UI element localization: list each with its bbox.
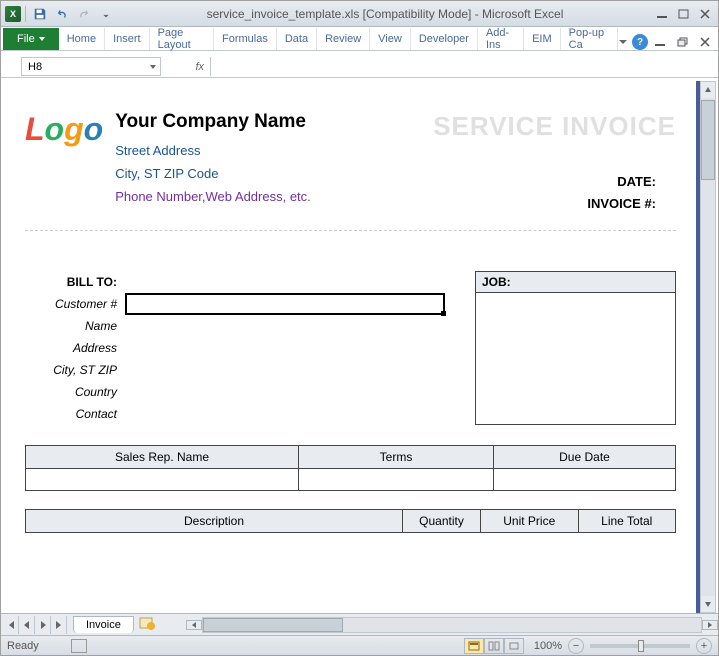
- redo-button[interactable]: [74, 4, 94, 24]
- cell[interactable]: [494, 469, 676, 491]
- invoice-number-label: INVOICE #:: [587, 193, 656, 215]
- sheet-nav-first-button[interactable]: [3, 616, 19, 634]
- worksheet-area[interactable]: Logo Your Company Name Street Address Ci…: [5, 81, 700, 613]
- unit-price-header: Unit Price: [481, 510, 579, 533]
- formula-input[interactable]: [211, 57, 718, 76]
- tab-popup-ca[interactable]: Pop-up Ca: [561, 28, 618, 50]
- sheet-nav-last-button[interactable]: [51, 616, 67, 634]
- maximize-button[interactable]: [675, 7, 693, 21]
- hscroll-left-button[interactable]: [186, 620, 202, 630]
- name-box[interactable]: H8: [21, 57, 161, 76]
- cell[interactable]: [125, 382, 445, 402]
- job-header: JOB:: [476, 272, 675, 293]
- tab-developer[interactable]: Developer: [411, 28, 478, 50]
- scroll-down-button[interactable]: [701, 596, 715, 612]
- window-title: service_invoice_template.xls [Compatibil…: [116, 7, 654, 21]
- excel-app-icon[interactable]: X: [5, 6, 21, 22]
- job-body-cell[interactable]: [476, 293, 675, 418]
- tab-eim[interactable]: EIM: [524, 28, 561, 50]
- undo-button[interactable]: [52, 4, 72, 24]
- contact-billto-label: Contact: [25, 407, 125, 421]
- description-header: Description: [26, 510, 403, 533]
- tab-formulas[interactable]: Formulas: [214, 28, 277, 50]
- view-normal-button[interactable]: [464, 638, 484, 654]
- divider: [25, 230, 676, 231]
- save-button[interactable]: [30, 4, 50, 24]
- qat-customize-button[interactable]: [96, 4, 116, 24]
- sales-rep-header: Sales Rep. Name: [26, 446, 299, 469]
- name-label: Name: [25, 319, 125, 333]
- cell[interactable]: [125, 404, 445, 424]
- zoom-slider[interactable]: [590, 644, 690, 648]
- address-label: Address: [25, 341, 125, 355]
- date-label: DATE:: [587, 171, 656, 193]
- sheet-tab-invoice[interactable]: Invoice: [73, 616, 134, 633]
- view-page-break-button[interactable]: [504, 638, 524, 654]
- company-logo: Logo: [25, 111, 103, 148]
- cell[interactable]: [125, 338, 445, 358]
- cell[interactable]: [125, 360, 445, 380]
- tab-insert[interactable]: Insert: [105, 28, 150, 50]
- workbook-close-button[interactable]: [696, 35, 714, 49]
- tab-home[interactable]: Home: [59, 28, 105, 50]
- tab-page-layout[interactable]: Page Layout: [150, 28, 214, 50]
- country-label: Country: [25, 385, 125, 399]
- tab-add-ins[interactable]: Add-Ins: [478, 28, 524, 50]
- sheet-nav-prev-button[interactable]: [19, 616, 35, 634]
- job-section: JOB:: [475, 271, 676, 425]
- vertical-scrollbar[interactable]: [700, 81, 716, 613]
- customer-no-label: Customer #: [25, 297, 125, 311]
- zoom-in-button[interactable]: +: [696, 638, 712, 654]
- sales-terms-table: Sales Rep. Name Terms Due Date: [25, 445, 676, 491]
- scroll-thumb[interactable]: [701, 100, 715, 180]
- invoice-meta-labels: DATE: INVOICE #:: [587, 171, 656, 215]
- tab-data[interactable]: Data: [277, 28, 317, 50]
- citystzip-billto-label: City, ST ZIP: [25, 363, 125, 377]
- ribbon-caret-icon[interactable]: [618, 37, 628, 47]
- zoom-out-button[interactable]: −: [568, 638, 584, 654]
- due-date-header: Due Date: [494, 446, 676, 469]
- bill-to-header: BILL TO:: [25, 275, 125, 289]
- scroll-up-button[interactable]: [701, 82, 715, 98]
- workbook-minimize-button[interactable]: [652, 35, 670, 49]
- cell[interactable]: [26, 469, 299, 491]
- horizontal-scrollbar[interactable]: [202, 617, 702, 633]
- bill-to-section: BILL TO: Customer # Name Address City, S…: [25, 271, 445, 425]
- line-items-table: Description Quantity Unit Price Line Tot…: [25, 509, 676, 533]
- formula-bar: H8 fx: [1, 56, 718, 78]
- tab-review[interactable]: Review: [317, 28, 370, 50]
- minimize-button[interactable]: [654, 7, 672, 21]
- macro-record-button[interactable]: [71, 639, 87, 653]
- quick-access-toolbar: X: [5, 4, 116, 24]
- help-icon[interactable]: ?: [632, 34, 648, 50]
- tab-view[interactable]: View: [370, 28, 411, 50]
- cell[interactable]: [125, 316, 445, 336]
- street-label: Street Address: [115, 143, 676, 158]
- status-ready-label: Ready: [7, 640, 67, 652]
- workbook-restore-button[interactable]: [674, 35, 692, 49]
- insert-function-button[interactable]: fx: [161, 57, 211, 76]
- close-button[interactable]: [696, 7, 714, 21]
- quantity-header: Quantity: [403, 510, 481, 533]
- new-sheet-button[interactable]: [138, 616, 156, 633]
- line-total-header: Line Total: [578, 510, 676, 533]
- sheet-tab-bar: Invoice: [1, 613, 718, 635]
- invoice-title: SERVICE INVOICE: [433, 111, 676, 142]
- active-cell[interactable]: [125, 293, 445, 315]
- tab-file[interactable]: File: [3, 28, 59, 50]
- sheet-nav-next-button[interactable]: [35, 616, 51, 634]
- cell[interactable]: [299, 469, 494, 491]
- title-bar: X service_invoice_template.xls [Compatib…: [1, 1, 718, 27]
- ribbon-tabs: File Home Insert Page Layout Formulas Da…: [1, 27, 718, 51]
- view-page-layout-button[interactable]: [484, 638, 504, 654]
- status-bar: Ready 100% − +: [1, 635, 718, 655]
- hscroll-right-button[interactable]: [702, 620, 718, 630]
- window-controls: [654, 7, 714, 21]
- zoom-level-label[interactable]: 100%: [534, 640, 562, 652]
- terms-header: Terms: [299, 446, 494, 469]
